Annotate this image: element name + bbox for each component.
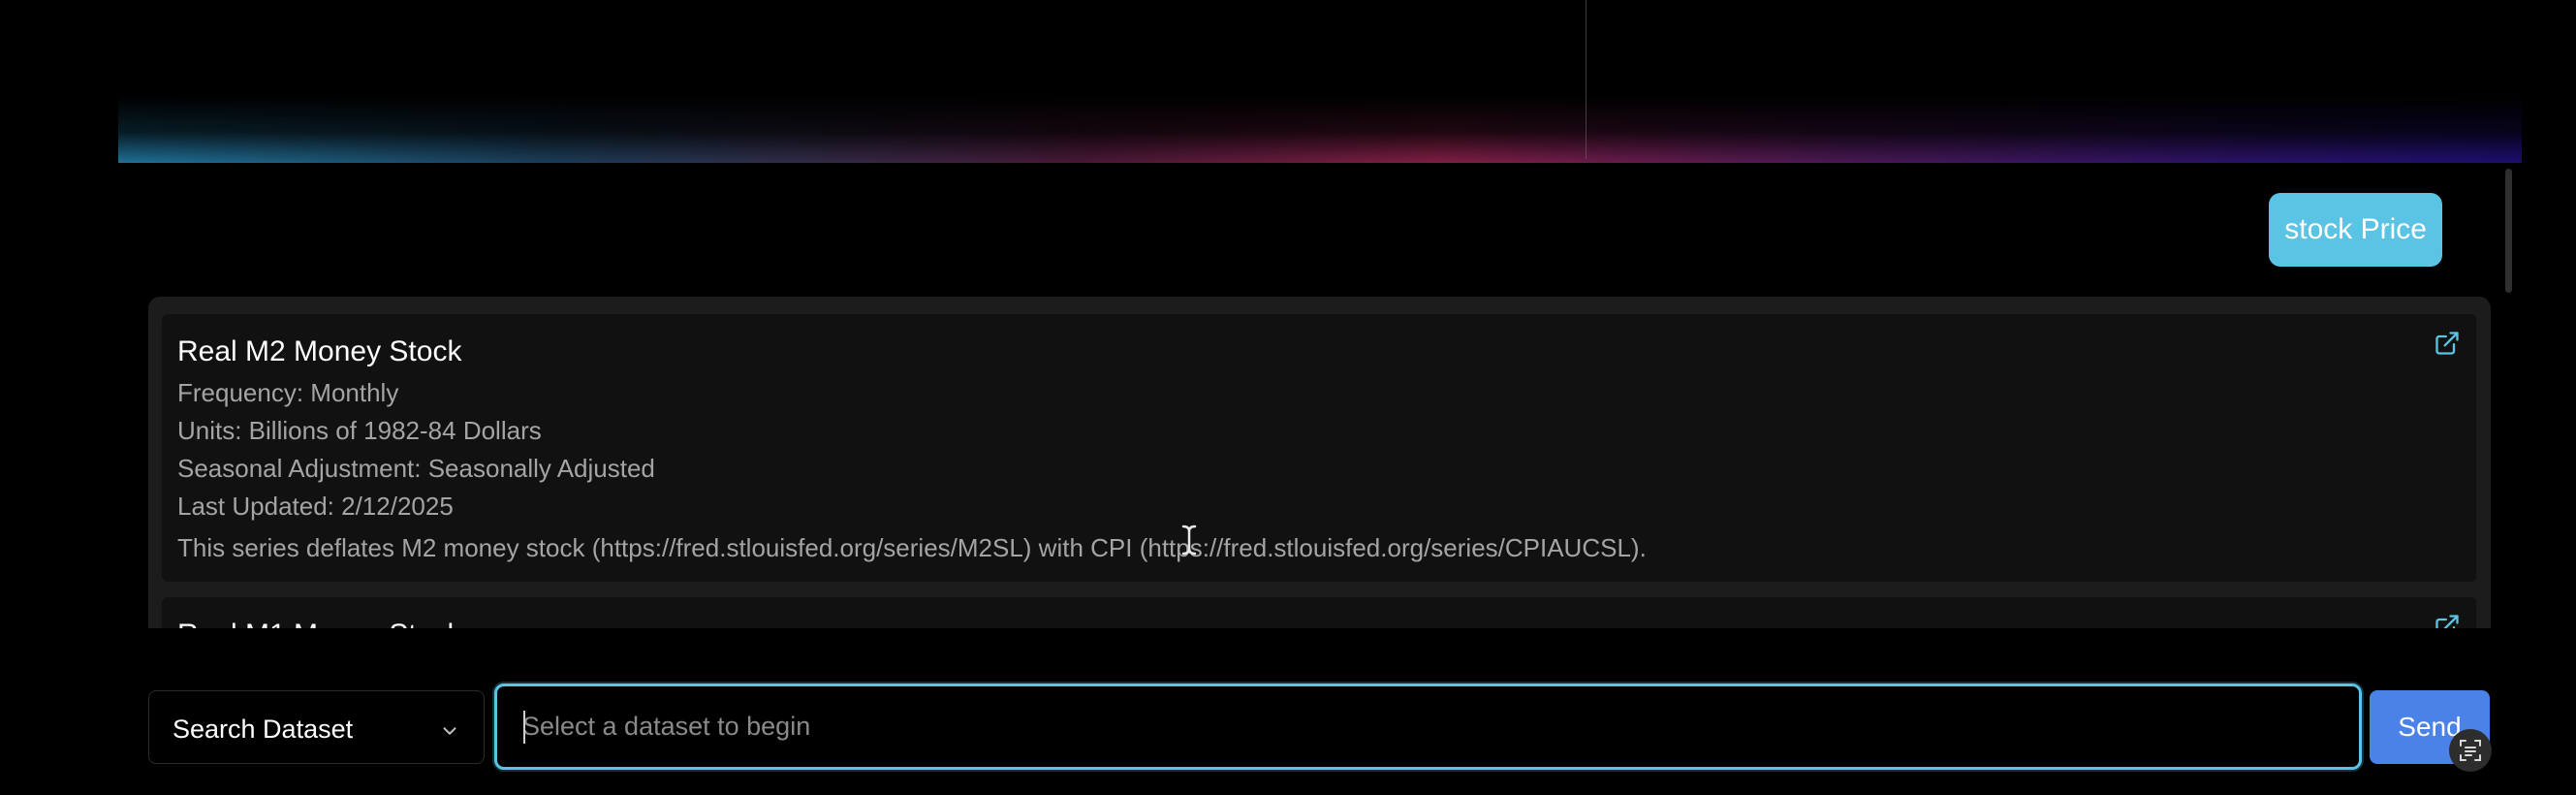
dataset-select-value: Search Dataset bbox=[173, 715, 354, 744]
screen-capture-icon[interactable] bbox=[2449, 729, 2492, 772]
dataset-last-updated: Last Updated: 2/12/2025 bbox=[177, 492, 454, 521]
external-link-icon[interactable] bbox=[2434, 330, 2461, 357]
user-message-bubble: stock Price bbox=[2269, 193, 2442, 267]
chevron-down-icon bbox=[439, 718, 460, 740]
external-link-icon[interactable] bbox=[2434, 613, 2461, 628]
dataset-title: Real M1 Money Stock bbox=[177, 619, 461, 628]
dataset-frequency: Frequency: Monthly bbox=[177, 378, 399, 407]
dataset-units: Units: Billions of 1982-84 Dollars bbox=[177, 416, 542, 445]
text-caret bbox=[523, 711, 525, 744]
header-gradient-banner bbox=[118, 0, 2522, 163]
dataset-select[interactable]: Search Dataset bbox=[148, 690, 485, 764]
dataset-seasonal-adjustment: Seasonal Adjustment: Seasonally Adjusted bbox=[177, 454, 655, 483]
dataset-results-panel: Real M2 Money Stock Frequency: Monthly U… bbox=[148, 297, 2491, 628]
chat-input[interactable] bbox=[494, 684, 2362, 770]
dataset-card[interactable]: Real M1 Money Stock bbox=[162, 597, 2476, 628]
dataset-card[interactable]: Real M2 Money Stock Frequency: Monthly U… bbox=[162, 314, 2476, 582]
chat-scrollbar[interactable] bbox=[2502, 163, 2514, 628]
chat-scrollbar-thumb[interactable] bbox=[2505, 169, 2512, 293]
dataset-description: This series deflates M2 money stock (htt… bbox=[177, 533, 1647, 562]
dataset-title: Real M2 Money Stock bbox=[177, 335, 462, 367]
banner-glow bbox=[118, 95, 2522, 163]
app-root: stock Price Real M2 Money Stock Frequenc… bbox=[0, 0, 2576, 795]
